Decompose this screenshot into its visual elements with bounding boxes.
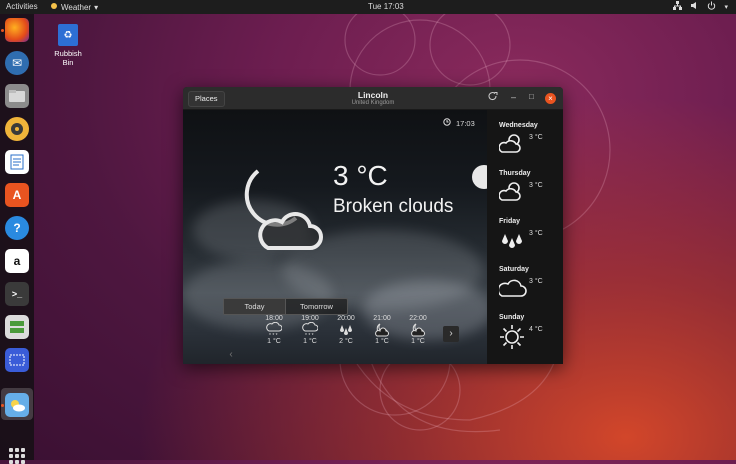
thunderbird-icon[interactable]: ✉ — [5, 51, 29, 75]
weather-window: Places Lincoln United Kingdom – □ × 17:0… — [183, 87, 563, 364]
hour-time: 20:00 — [337, 315, 355, 322]
forecast-day: Sunday 4 °C — [499, 314, 559, 349]
tab-today[interactable]: Today — [224, 299, 285, 314]
libreoffice-writer-icon[interactable] — [5, 150, 29, 174]
trash-icon: ♻ — [58, 24, 78, 46]
cloudy-night-icon — [244, 169, 323, 250]
close-icon[interactable]: × — [545, 93, 556, 104]
window-titlebar[interactable]: Places Lincoln United Kingdom – □ × — [183, 87, 563, 110]
running-indicator — [1, 404, 4, 407]
rain-icon — [499, 228, 525, 257]
forecast-day: Wednesday 3 °C — [498, 122, 559, 153]
hour-temp: 1 °C — [375, 338, 389, 345]
forecast-temp: 3 °C — [529, 278, 543, 285]
system-monitor-icon[interactable] — [5, 315, 29, 339]
network-icon — [673, 1, 683, 12]
hourly-item: 21:00 1 °C — [364, 315, 400, 345]
hourly-item: 22:00 1 °C — [400, 315, 436, 345]
sun-icon — [499, 324, 527, 355]
forecast-day: Saturday 3 °C — [497, 266, 559, 297]
system-menu[interactable]: ▾ — [673, 1, 728, 12]
volume-icon — [690, 1, 699, 12]
hourly-item: 19:00 * * * 1 °C — [292, 315, 328, 345]
firefox-icon[interactable] — [5, 18, 29, 42]
minimize-icon[interactable]: – — [511, 92, 516, 102]
partly-cloudy-icon — [498, 132, 525, 161]
app-menu-label: Weather — [61, 2, 92, 12]
hourly-forecast: 18:00 * * * 1 °C 19:00 * * * 1 °C 20:00 … — [256, 315, 436, 345]
update-time-label: 17:03 — [456, 118, 475, 128]
chevron-down-icon: ▾ — [724, 3, 728, 11]
weather-dock-icon[interactable] — [5, 393, 29, 417]
hour-time: 19:00 — [301, 315, 319, 322]
forecast-temp: 4 °C — [529, 326, 543, 333]
current-condition: Broken clouds — [333, 196, 454, 217]
cloud-icon — [497, 276, 527, 305]
forecast-day: Friday 3 °C — [499, 218, 559, 248]
hour-temp: 2 °C — [339, 338, 353, 345]
amazon-icon[interactable]: a — [5, 249, 29, 273]
files-icon[interactable] — [5, 84, 29, 108]
chevron-down-icon: ▾ — [94, 2, 99, 12]
hourly-item: 20:00 2 °C — [328, 315, 364, 345]
forecast-day: Thursday 3 °C — [498, 170, 559, 201]
cloudy-night-icon — [364, 322, 400, 338]
help-icon[interactable]: ? — [5, 216, 29, 240]
hour-time: 18:00 — [265, 315, 283, 322]
screenshot-icon[interactable] — [5, 348, 29, 372]
snow-icon: * * * — [292, 322, 328, 338]
desktop-trash-label: Rubbish Bin — [54, 49, 82, 67]
desktop-trash[interactable]: ♻ Rubbish Bin — [48, 24, 88, 67]
forecast-temp: 3 °C — [529, 134, 543, 141]
hour-time: 22:00 — [409, 315, 427, 322]
running-indicator — [1, 29, 4, 32]
current-weather-panel: 17:03 3 °C Broken clouds Today Tomorrow … — [183, 110, 487, 364]
power-icon — [707, 1, 716, 12]
forecast-day-name: Friday — [499, 218, 521, 225]
hourly-prev-button[interactable]: ‹ — [223, 347, 239, 363]
forecast-sidebar: Wednesday 3 °C Thursday 3 °C Friday 3 °C… — [487, 110, 563, 364]
day-toggle: Today Tomorrow — [223, 298, 348, 315]
hour-temp: 1 °C — [267, 338, 281, 345]
hour-time: 21:00 — [373, 315, 391, 322]
forecast-day-name: Wednesday — [499, 122, 538, 129]
maximize-icon[interactable]: □ — [529, 92, 534, 102]
rhythmbox-icon[interactable] — [5, 117, 29, 141]
show-applications-icon[interactable] — [9, 448, 25, 464]
partly-cloudy-icon — [498, 180, 525, 209]
clock-icon — [443, 118, 451, 128]
weather-app-icon — [50, 2, 58, 12]
clock[interactable]: Tue 17:03 — [368, 2, 404, 11]
cloudy-night-icon — [400, 322, 436, 338]
forecast-temp: 3 °C — [529, 182, 543, 189]
rain-icon — [328, 322, 364, 338]
app-menu[interactable]: Weather ▾ — [50, 2, 98, 12]
country-subtitle: United Kingdom — [351, 100, 395, 106]
forecast-day-name: Sunday — [499, 314, 525, 321]
ubuntu-software-icon[interactable]: A — [5, 183, 29, 207]
update-time: 17:03 — [443, 118, 475, 128]
hour-temp: 1 °C — [303, 338, 317, 345]
refresh-icon[interactable] — [488, 92, 498, 104]
hour-temp: 1 °C — [411, 338, 425, 345]
terminal-icon[interactable]: >_ — [5, 282, 29, 306]
forecast-temp: 3 °C — [529, 230, 543, 237]
city-title: Lincoln — [357, 90, 389, 100]
snow-icon: * * * — [256, 322, 292, 338]
tab-tomorrow[interactable]: Tomorrow — [285, 299, 347, 314]
top-bar: Activities Weather ▾ Tue 17:03 ▾ — [0, 0, 736, 14]
hourly-item: 18:00 * * * 1 °C — [256, 315, 292, 345]
dock: ✉ A ? a >_ — [0, 14, 34, 464]
moon-image — [472, 165, 487, 189]
forecast-day-name: Thursday — [499, 170, 531, 177]
forecast-day-name: Saturday — [499, 266, 529, 273]
current-temperature: 3 °C — [333, 160, 388, 191]
activities-button[interactable]: Activities — [6, 2, 38, 11]
hourly-next-button[interactable]: › — [443, 326, 459, 342]
